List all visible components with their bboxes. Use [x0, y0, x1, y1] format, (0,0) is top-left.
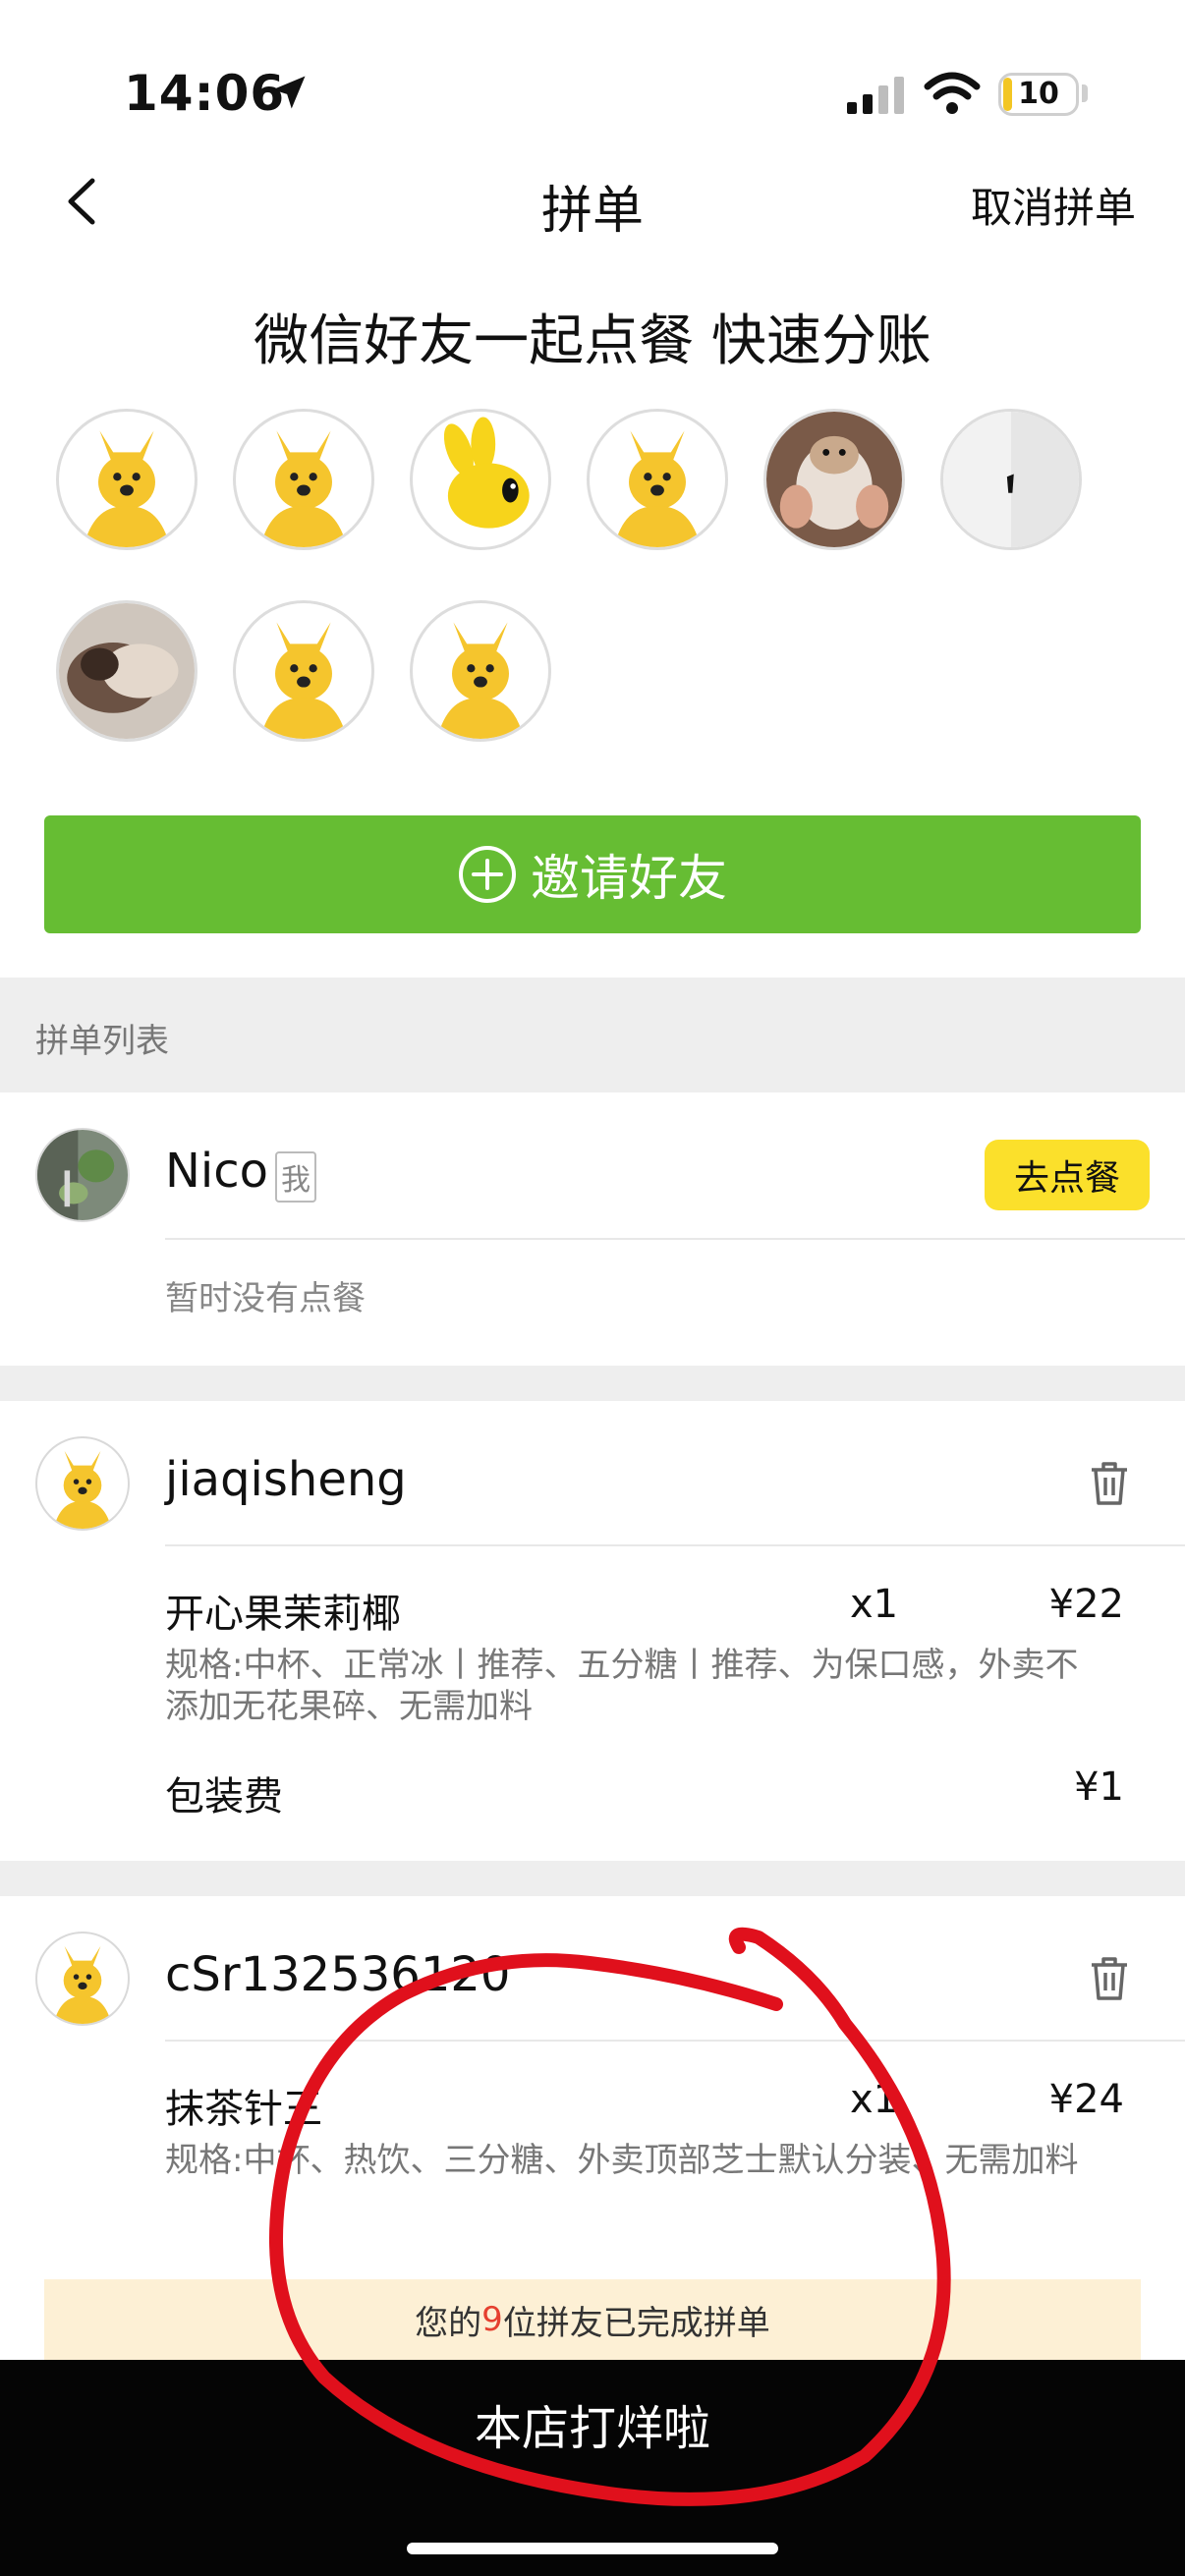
plant-photo-avatar-icon	[37, 1130, 128, 1220]
invite-friends-label: 邀请好友	[531, 850, 727, 907]
friend-avatar	[410, 600, 551, 742]
battery-icon: 10	[998, 73, 1079, 116]
location-arrow-icon	[272, 76, 306, 109]
item-name: 抹茶针王	[165, 2087, 322, 2132]
friend-avatar	[233, 600, 374, 742]
hamster-photo-avatar-icon	[766, 412, 902, 547]
cat-photo-avatar-icon	[59, 603, 195, 739]
packaging-fee-label: 包装费	[165, 1774, 283, 1820]
kangaroo-avatar-icon	[613, 430, 702, 547]
kangaroo-avatar-icon	[53, 1450, 112, 1529]
item-quantity: x1	[850, 2077, 899, 2122]
member-name: cSr132536120	[165, 1947, 511, 2002]
notice-suffix: 位拼友已完成拼单	[502, 2303, 770, 2343]
home-indicator	[407, 2543, 778, 2554]
store-closed-text: 本店打烊啦	[474, 2401, 710, 2456]
kangaroo-avatar-icon	[259, 622, 348, 739]
member-avatar	[35, 1128, 130, 1222]
list-header: 拼单列表	[35, 1022, 169, 1061]
section-divider	[0, 1861, 1185, 1896]
cellular-signal-icon	[847, 77, 904, 114]
member-card: cSr132536120 抹茶针王 x1 ¥24 规格:中杯、热饮、三分糖、外卖…	[0, 1896, 1185, 2289]
member-avatar	[35, 1932, 130, 2026]
packaging-fee-price: ¥1	[1074, 1764, 1124, 1810]
notice-prefix: 您的	[415, 2303, 482, 2343]
trash-icon[interactable]	[1088, 1460, 1131, 1507]
member-card: jiaqisheng 开心果茉莉椰 x1 ¥22 规格:中杯、正常冰丨推荐、五分…	[0, 1401, 1185, 1861]
cartoon-rabbit-avatar-icon	[443, 417, 530, 529]
status-time: 14:06	[124, 65, 286, 122]
item-spec: 规格:中杯、热饮、三分糖、外卖顶部芝士默认分装、无需加料	[165, 2141, 1079, 2180]
friend-avatar	[56, 600, 198, 742]
friend-avatar	[56, 409, 198, 550]
status-bar: 14:06 10	[0, 0, 1185, 147]
list-header-bar	[0, 978, 1185, 1092]
plus-circle-icon	[459, 846, 516, 903]
completed-notice: 您的 9 位拼友已完成拼单	[44, 2279, 1141, 2360]
invite-subtitle: 微信好友一起点餐 快速分账	[254, 309, 931, 373]
invite-friends-button[interactable]: 邀请好友	[44, 815, 1141, 933]
member-name: Nico	[165, 1144, 268, 1199]
me-tag: 我	[275, 1151, 316, 1203]
kangaroo-avatar-icon	[53, 1945, 112, 2024]
member-name: jiaqisheng	[165, 1452, 407, 1507]
member-card: Nico 我 去点餐 暂时没有点餐	[0, 1092, 1185, 1366]
divider	[165, 1544, 1185, 1546]
section-divider	[0, 1366, 1185, 1401]
friend-avatar	[410, 409, 551, 550]
kangaroo-avatar-icon	[259, 430, 348, 547]
item-price: ¥22	[1048, 1582, 1124, 1627]
divider	[165, 1238, 1185, 1240]
divider	[165, 2040, 1185, 2042]
cancel-group-order-button[interactable]: 取消拼单	[971, 175, 1136, 235]
friend-avatar	[940, 409, 1082, 550]
member-avatar	[35, 1436, 130, 1531]
item-quantity: x1	[850, 1582, 899, 1627]
kangaroo-avatar-icon	[436, 622, 525, 739]
item-price: ¥24	[1048, 2077, 1124, 2122]
friend-avatar	[763, 409, 905, 550]
notice-count: 9	[481, 2300, 503, 2339]
go-order-button[interactable]: 去点餐	[985, 1140, 1150, 1210]
empty-order-text: 暂时没有点餐	[165, 1279, 366, 1318]
minimal-photo-avatar-icon	[943, 412, 1079, 547]
kangaroo-avatar-icon	[83, 430, 171, 547]
friend-avatar	[233, 409, 374, 550]
battery-level: 10	[1018, 77, 1059, 111]
trash-icon[interactable]	[1088, 1955, 1131, 2002]
friend-avatar	[587, 409, 728, 550]
wifi-icon	[924, 72, 981, 114]
item-name: 开心果茉莉椰	[165, 1592, 401, 1637]
item-spec: 规格:中杯、正常冰丨推荐、五分糖丨推荐、为保口感，外卖不添加无花果碎、无需加料	[165, 1646, 1079, 1726]
